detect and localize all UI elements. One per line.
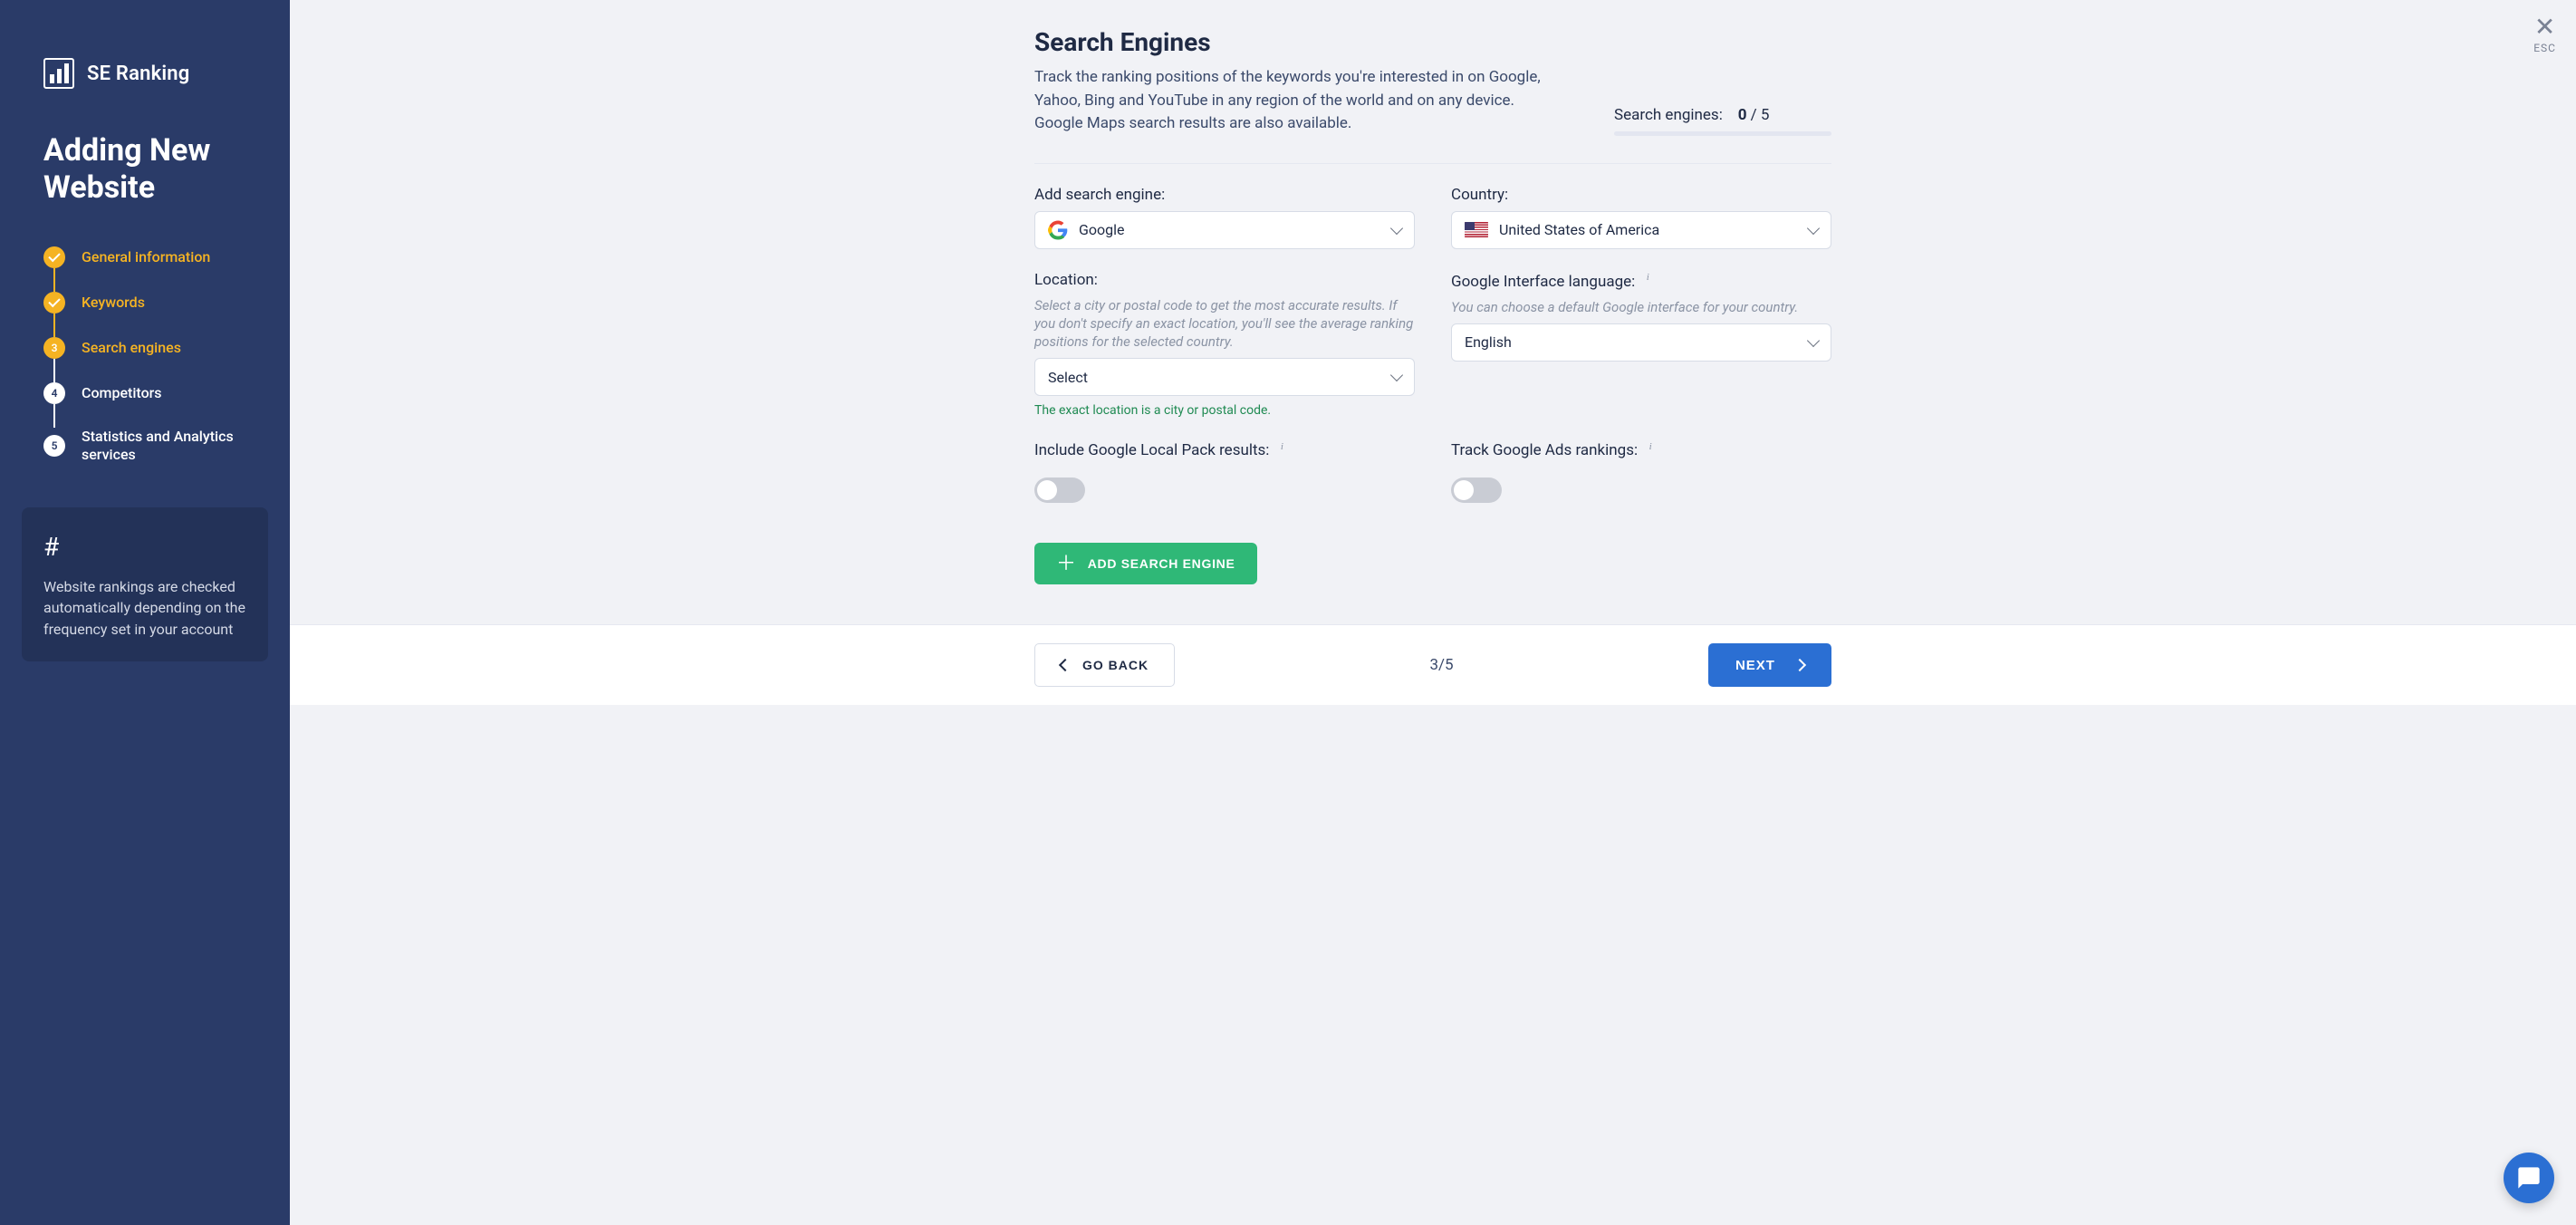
- go-back-button[interactable]: GO BACK: [1034, 643, 1175, 687]
- plus-icon: ＋: [1056, 554, 1077, 574]
- brand-name: SE Ranking: [87, 63, 190, 85]
- flag-us-icon: [1465, 222, 1488, 237]
- go-back-label: GO BACK: [1082, 658, 1149, 672]
- brand: SE Ranking: [0, 58, 290, 89]
- add-search-engine-label: ADD SEARCH ENGINE: [1088, 556, 1235, 571]
- close-label: ESC: [2533, 42, 2556, 54]
- wizard-steps: General information Keywords 3 Search en…: [0, 246, 290, 464]
- close-icon: ✕: [2534, 14, 2555, 40]
- wizard-footer: GO BACK 3/5 NEXT: [290, 624, 2576, 705]
- location-value: Select: [1048, 369, 1088, 386]
- step-label: General information: [82, 248, 210, 266]
- interface-language-hint: You can choose a default Google interfac…: [1451, 298, 1831, 316]
- step-connector: [53, 268, 55, 292]
- chevron-left-icon: [1059, 659, 1072, 671]
- counter-progress-bar: [1614, 131, 1831, 136]
- ads-ranking-label: Track Google Ads rankings:i: [1451, 439, 1831, 459]
- chevron-down-icon: [1807, 221, 1820, 234]
- step-statistics-analytics[interactable]: 5 Statistics and Analytics services: [43, 428, 246, 464]
- step-number: 5: [43, 435, 65, 457]
- chat-widget-button[interactable]: [2504, 1153, 2554, 1203]
- sidebar-title: Adding New Website: [0, 132, 290, 207]
- location-label: Location:: [1034, 271, 1415, 289]
- next-label: NEXT: [1735, 658, 1775, 673]
- step-general-information[interactable]: General information: [43, 246, 246, 268]
- brand-logo-icon: [43, 58, 74, 89]
- divider: [1034, 163, 1831, 164]
- counter-max: 5: [1761, 106, 1770, 124]
- toggle-knob: [1037, 480, 1057, 500]
- toggle-knob: [1454, 480, 1474, 500]
- location-hint: Select a city or postal code to get the …: [1034, 296, 1415, 352]
- chat-icon: [2516, 1165, 2542, 1191]
- counter-label: Search engines:: [1614, 106, 1723, 124]
- search-engine-label: Add search engine:: [1034, 186, 1415, 204]
- ads-ranking-toggle[interactable]: [1451, 477, 1502, 503]
- search-engines-counter: Search engines: 0 / 5: [1614, 106, 1831, 136]
- interface-language-select[interactable]: English: [1451, 323, 1831, 362]
- close-button[interactable]: ✕ ESC: [2533, 14, 2556, 54]
- main: ✕ ESC Search Engines Track the ranking p…: [290, 0, 2576, 1225]
- step-competitors[interactable]: 4 Competitors: [43, 382, 246, 404]
- local-pack-label: Include Google Local Pack results:i: [1034, 439, 1415, 459]
- interface-language-value: English: [1465, 333, 1512, 351]
- interface-language-label: Google Interface language:i: [1451, 271, 1831, 291]
- check-icon: [43, 292, 65, 313]
- google-icon: [1048, 220, 1068, 240]
- add-search-engine-button[interactable]: ＋ ADD SEARCH ENGINE: [1034, 543, 1257, 584]
- pager: 3/5: [1429, 656, 1453, 674]
- step-connector: [53, 313, 55, 337]
- chevron-down-icon: [1390, 221, 1403, 234]
- info-icon[interactable]: i: [1643, 439, 1658, 454]
- chevron-down-icon: [1807, 334, 1820, 347]
- page-subtitle: Track the ranking positions of the keywo…: [1034, 66, 1542, 136]
- country-select[interactable]: United States of America: [1451, 211, 1831, 249]
- sidebar: SE Ranking Adding New Website General in…: [0, 0, 290, 1225]
- step-number: 3: [43, 337, 65, 359]
- step-label: Statistics and Analytics services: [82, 428, 246, 464]
- step-keywords[interactable]: Keywords: [43, 292, 246, 313]
- step-connector: [53, 404, 55, 428]
- step-connector: [53, 359, 55, 382]
- search-engine-value: Google: [1079, 221, 1125, 238]
- step-number: 4: [43, 382, 65, 404]
- chevron-right-icon: [1793, 659, 1806, 671]
- step-label: Search engines: [82, 339, 181, 357]
- chevron-down-icon: [1390, 369, 1403, 381]
- step-label: Competitors: [82, 384, 162, 402]
- tip-box: # Website rankings are checked automatic…: [22, 507, 268, 661]
- country-value: United States of America: [1499, 221, 1659, 238]
- check-icon: [43, 246, 65, 268]
- search-engine-select[interactable]: Google: [1034, 211, 1415, 249]
- local-pack-toggle[interactable]: [1034, 477, 1085, 503]
- hash-icon: #: [43, 529, 246, 566]
- location-note: The exact location is a city or postal c…: [1034, 403, 1415, 418]
- step-label: Keywords: [82, 294, 145, 312]
- country-label: Country:: [1451, 186, 1831, 204]
- tip-text: Website rankings are checked automatical…: [43, 576, 246, 640]
- next-button[interactable]: NEXT: [1708, 643, 1831, 687]
- location-select[interactable]: Select: [1034, 358, 1415, 396]
- counter-current: 0: [1738, 106, 1747, 124]
- counter-sep: /: [1746, 106, 1760, 124]
- info-icon[interactable]: i: [1640, 271, 1655, 285]
- step-search-engines[interactable]: 3 Search engines: [43, 337, 246, 359]
- page-title: Search Engines: [1034, 27, 1542, 57]
- info-icon[interactable]: i: [1274, 439, 1289, 454]
